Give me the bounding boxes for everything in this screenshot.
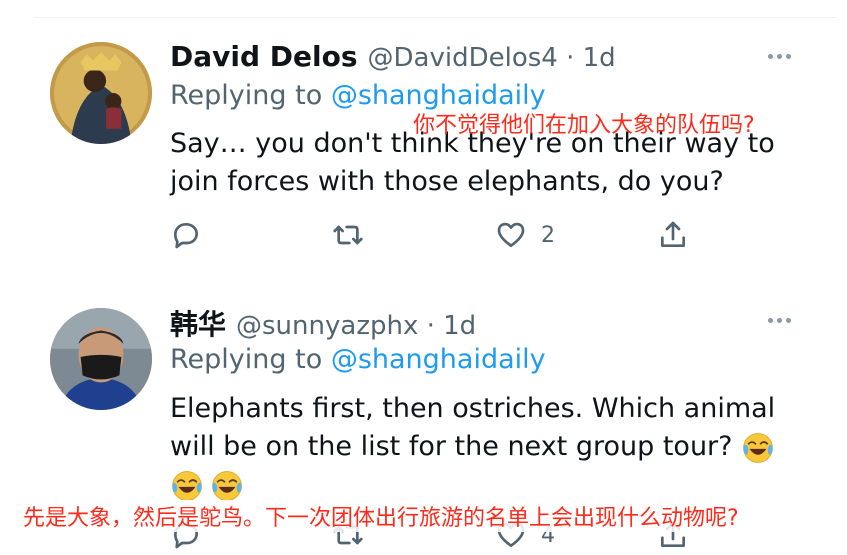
translation-annotation: 先是大象，然后是鸵鸟。下一次团体出行旅游的名单上会出现什么动物呢?: [23, 500, 739, 532]
replying-prefix: Replying to: [170, 344, 331, 375]
tweet-text: Elephants first, then ostriches. Which a…: [170, 390, 777, 504]
handle-and-time[interactable]: @DavidDelos4 · 1d: [368, 43, 616, 73]
handle-and-time[interactable]: @sunnyazphx · 1d: [236, 311, 476, 341]
reply-icon: [174, 223, 198, 249]
share-icon: [661, 221, 685, 247]
tweet-header: 韩华 @sunnyazphx · 1d: [170, 303, 807, 343]
laughing-tears-emoji: [741, 431, 775, 465]
display-name[interactable]: David Delos: [170, 40, 358, 73]
tweet-actions: 2: [170, 215, 807, 255]
reply-button[interactable]: [170, 215, 202, 255]
like-count: 2: [541, 222, 555, 248]
display-name[interactable]: 韩华: [170, 303, 226, 343]
tweet-header: David Delos @DavidDelos4 · 1d: [170, 40, 807, 73]
translation-annotation: 你不觉得他们在加入大象的队伍吗?: [413, 113, 755, 138]
laughing-tears-emoji: [170, 469, 204, 503]
emoji-row: [170, 469, 244, 503]
more-icon[interactable]: [761, 44, 797, 68]
tweet-text-body: Elephants first, then ostriches. Which a…: [170, 393, 776, 462]
replying-to: Replying to @shanghaidaily: [170, 344, 546, 375]
share-button[interactable]: [657, 215, 689, 255]
avatar[interactable]: [50, 42, 152, 144]
avatar-image: [50, 308, 152, 410]
replying-mention-link[interactable]: @shanghaidaily: [331, 344, 546, 375]
avatar-image: [50, 42, 152, 144]
laughing-tears-emoji: [210, 469, 244, 503]
avatar[interactable]: [50, 308, 152, 410]
replying-prefix: Replying to: [170, 80, 331, 111]
retweet-icon: [333, 225, 363, 245]
heart-icon: [497, 222, 525, 247]
like-button[interactable]: 2: [495, 215, 555, 255]
retweet-button[interactable]: [332, 215, 364, 255]
more-icon[interactable]: [761, 308, 797, 332]
